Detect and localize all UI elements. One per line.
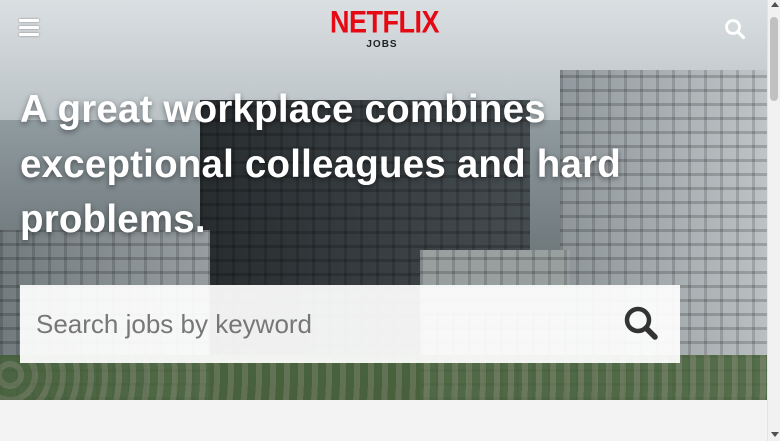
scroll-down-arrow-icon[interactable]: [771, 432, 779, 437]
job-search-box: [20, 285, 680, 363]
hero-section: NETFLIX JOBS A great workplace combines …: [0, 0, 767, 400]
search-submit-icon[interactable]: [622, 304, 662, 344]
scroll-up-arrow-icon[interactable]: [771, 2, 779, 7]
hero-headline: A great workplace combines exceptional c…: [20, 88, 621, 241]
page-content-below: [0, 400, 767, 441]
netflix-jobs-logo[interactable]: NETFLIX JOBS: [330, 4, 440, 50]
hamburger-menu-icon[interactable]: [19, 19, 39, 37]
logo-subtitle: JOBS: [366, 39, 398, 50]
vertical-scrollbar[interactable]: [767, 0, 780, 441]
scrollbar-thumb[interactable]: [770, 17, 778, 101]
logo-wordmark: NETFLIX: [330, 4, 440, 40]
job-search-input[interactable]: [20, 285, 580, 363]
top-navigation: NETFLIX JOBS: [0, 0, 767, 60]
search-icon[interactable]: [724, 18, 746, 40]
